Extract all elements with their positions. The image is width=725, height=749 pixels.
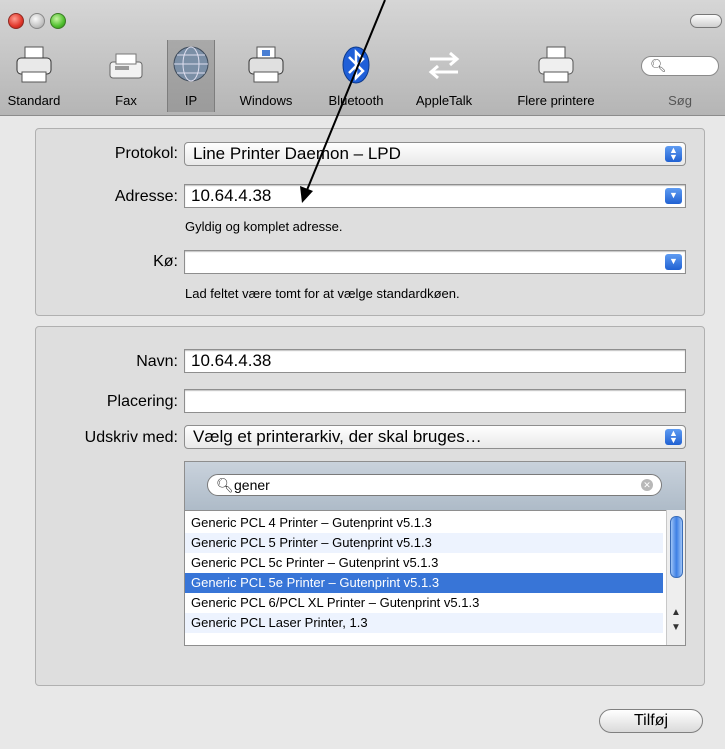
location-label: Placering: xyxy=(106,393,178,410)
fax-icon xyxy=(109,53,143,79)
scroll-up-icon[interactable]: ▲ xyxy=(671,607,681,618)
list-item-label: Generic PCL 5c Printer – Gutenprint v5.1… xyxy=(191,555,439,570)
name-value: 10.64.4.38 xyxy=(191,351,272,370)
address-label: Adresse: xyxy=(114,188,178,205)
list-item-label: Generic PCL 5 Printer – Gutenprint v5.1.… xyxy=(191,535,432,550)
list-item-label: Generic PCL 4 Printer – Gutenprint v5.1.… xyxy=(191,515,432,530)
appletalk-arrows-icon xyxy=(428,51,460,80)
protocol-value: Line Printer Daemon – LPD xyxy=(193,144,401,163)
toolbar-bluetooth[interactable]: Bluetooth xyxy=(314,40,398,112)
zoom-window-button[interactable] xyxy=(50,13,66,29)
chevron-down-icon[interactable]: ▼ xyxy=(665,254,682,270)
add-printer-window: Standard Fax IP Windows Bluetooth AppleT… xyxy=(0,0,725,749)
scrollbar-thumb[interactable] xyxy=(670,516,683,578)
list-item[interactable]: Generic PCL 4 Printer – Gutenprint v5.1.… xyxy=(185,513,663,533)
popup-arrows-icon: ▲ ▼ xyxy=(665,146,682,162)
scroll-down-icon[interactable]: ▼ xyxy=(671,622,681,633)
address-combo[interactable]: 10.64.4.38 ▼ xyxy=(184,184,686,208)
queue-hint: Lad feltet være tomt for at vælge standa… xyxy=(185,286,460,301)
add-button[interactable]: Tilføj xyxy=(599,709,703,733)
queue-combo[interactable]: ▼ xyxy=(184,250,686,274)
toolbar-windows[interactable]: Windows xyxy=(228,40,304,112)
protocol-label: Protokol: xyxy=(114,145,178,162)
printer-icon xyxy=(16,46,52,83)
search-icon: 🔍︎ xyxy=(216,477,234,493)
toolbar-appletalk[interactable]: AppleTalk xyxy=(405,40,483,112)
queue-label: Kø: xyxy=(153,253,178,270)
location-field[interactable] xyxy=(184,389,686,413)
driver-list: 🔍︎ gener ✕ Generic PCL 4 Printer – Guten… xyxy=(184,461,686,646)
minimize-window-button[interactable] xyxy=(29,13,45,29)
toolbar-fax[interactable]: Fax xyxy=(104,40,148,112)
toolbar-toggle-button[interactable] xyxy=(690,14,722,28)
toolbar-standard[interactable]: Standard xyxy=(0,40,68,112)
clear-search-icon[interactable]: ✕ xyxy=(641,479,653,491)
list-item[interactable]: Generic PCL Laser Printer, 1.3 xyxy=(185,613,663,633)
toolbar: Standard Fax IP Windows Bluetooth AppleT… xyxy=(0,0,725,116)
chevron-down-icon[interactable]: ▼ xyxy=(665,188,682,204)
driver-list-scrollbar[interactable]: ▲ ▼ xyxy=(666,510,685,645)
list-item-label: Generic PCL Laser Printer, 1.3 xyxy=(191,615,368,630)
print-with-popup[interactable]: Vælg et printerarkiv, der skal bruges… ▲… xyxy=(184,425,686,449)
list-item[interactable]: Generic PCL 6/PCL XL Printer – Gutenprin… xyxy=(185,593,663,613)
toolbar-more-printers-label: Flere printere xyxy=(517,93,595,108)
toolbar-search: Søg xyxy=(641,40,719,112)
toolbar-search-label: Søg xyxy=(668,93,692,108)
toolbar-ip[interactable]: IP xyxy=(167,40,215,112)
toolbar-ip-label: IP xyxy=(184,93,198,108)
toolbar-windows-label: Windows xyxy=(239,93,293,108)
printer-icon xyxy=(538,46,574,83)
print-with-label: Udskriv med: xyxy=(84,429,178,446)
address-value: 10.64.4.38 xyxy=(191,186,272,205)
protocol-popup[interactable]: Line Printer Daemon – LPD ▲ ▼ xyxy=(184,142,686,166)
popup-arrows-icon: ▲ ▼ xyxy=(665,429,682,445)
list-item-label: Generic PCL 6/PCL XL Printer – Gutenprin… xyxy=(191,595,480,610)
list-item[interactable]: Generic PCL 5 Printer – Gutenprint v5.1.… xyxy=(185,533,663,553)
name-field[interactable]: 10.64.4.38 xyxy=(184,349,686,373)
toolbar-bluetooth-label: Bluetooth xyxy=(328,93,384,108)
list-item[interactable]: Generic PCL 5c Printer – Gutenprint v5.1… xyxy=(185,553,663,573)
windows-printer-icon xyxy=(248,46,284,83)
driver-search-value: gener xyxy=(234,477,270,493)
list-item-label: Generic PCL 5e Printer – Gutenprint v5.1… xyxy=(191,575,440,590)
address-hint: Gyldig og komplet adresse. xyxy=(185,219,343,234)
driver-list-header: 🔍︎ gener ✕ xyxy=(185,462,685,511)
bluetooth-icon xyxy=(342,46,370,84)
print-with-value: Vælg et printerarkiv, der skal bruges… xyxy=(193,427,482,446)
toolbar-fax-label: Fax xyxy=(115,93,137,108)
name-label: Navn: xyxy=(136,353,178,370)
driver-search-field[interactable]: 🔍︎ gener ✕ xyxy=(207,474,662,496)
toolbar-more-printers[interactable]: Flere printere xyxy=(500,40,612,112)
toolbar-appletalk-label: AppleTalk xyxy=(415,93,473,108)
list-item-selected[interactable]: Generic PCL 5e Printer – Gutenprint v5.1… xyxy=(185,573,663,593)
close-window-button[interactable] xyxy=(8,13,24,29)
globe-icon xyxy=(173,46,209,82)
toolbar-standard-label: Standard xyxy=(7,93,61,108)
